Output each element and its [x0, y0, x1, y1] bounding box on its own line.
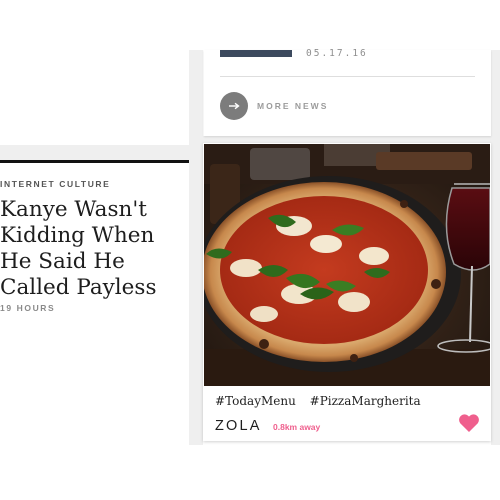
- article-headline[interactable]: Kanye Wasn't Kidding When He Said He Cal…: [0, 197, 186, 301]
- pizza-photo[interactable]: [204, 144, 490, 386]
- heart-icon[interactable]: [458, 413, 480, 438]
- gutter-horizontal: [0, 145, 189, 160]
- distance-label: 0.8km away: [273, 422, 321, 432]
- gutter-between-cards: [203, 136, 500, 143]
- restaurant-name[interactable]: ZOLA: [215, 418, 262, 434]
- article-card[interactable]: INTERNET CULTURE Kanye Wasn't Kidding Wh…: [0, 160, 189, 441]
- more-news-button[interactable]: MORE NEWS: [220, 92, 328, 120]
- hashtag-row: #TodayMenu #PizzaMargherita: [215, 394, 421, 408]
- empty-card: [0, 0, 189, 145]
- divider: [220, 76, 475, 77]
- gutter-vertical: [189, 50, 203, 445]
- news-date: 05.17.16: [306, 48, 368, 59]
- article-category[interactable]: INTERNET CULTURE: [0, 179, 110, 189]
- more-news-label[interactable]: MORE NEWS: [257, 101, 328, 111]
- news-thumbnail[interactable]: [220, 50, 292, 57]
- food-post-card[interactable]: #TodayMenu #PizzaMargherita ZOLA 0.8km a…: [203, 143, 491, 441]
- hashtag-todaymenu[interactable]: #TodayMenu: [215, 394, 296, 408]
- arrow-right-icon[interactable]: [220, 92, 248, 120]
- hashtag-pizzamargherita[interactable]: #PizzaMargherita: [310, 394, 421, 408]
- article-timestamp: 19 HOURS: [0, 303, 56, 313]
- news-card: 05.17.16 MORE NEWS: [204, 48, 491, 136]
- gutter-right: [491, 50, 500, 445]
